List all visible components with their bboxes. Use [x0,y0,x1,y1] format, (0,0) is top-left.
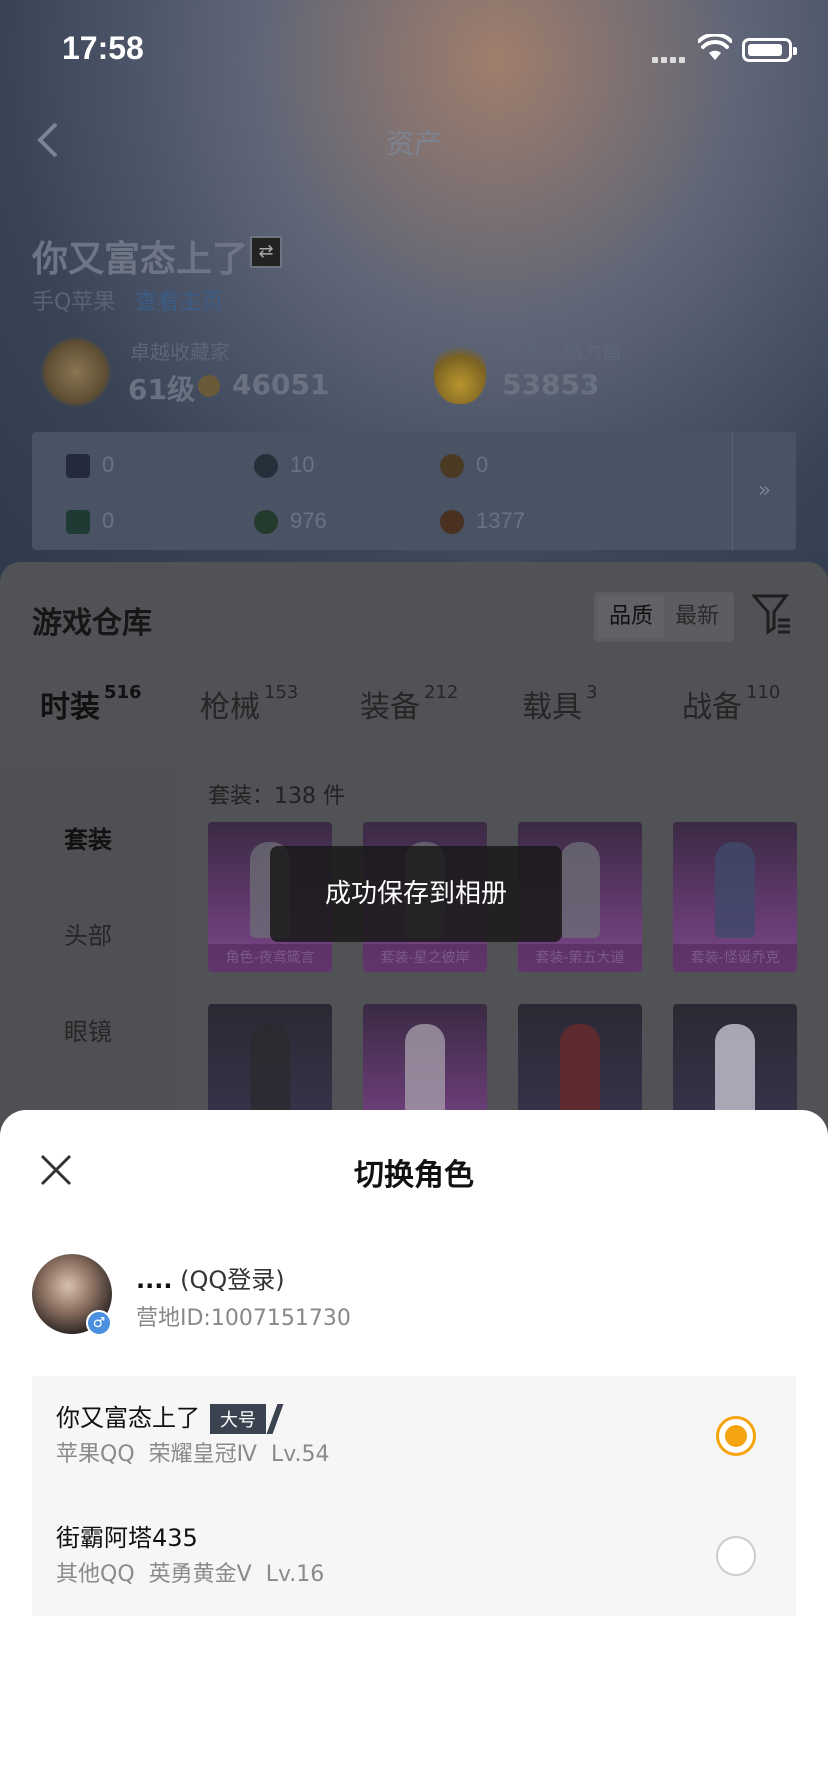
resource-item: 0 [66,452,114,479]
card-icon [66,454,90,479]
resource-item: 10 [254,452,314,479]
coin-stat: 46051 [198,368,329,401]
heat-stat: 历史总热力值 53853 ? [430,336,810,406]
role-item[interactable]: 街霸阿塔435 其他QQ 英勇黄金Ⅴ Lv.16 [32,1496,796,1616]
resource-item: 0 [66,508,114,535]
cellular-signal-icon [652,48,688,63]
tab-equipment[interactable]: 装备 212 [360,682,458,726]
collector-level: 61级 [128,373,195,406]
player-name: 你又富态上了 [32,239,249,280]
nav-bar: 资产 [0,100,828,180]
sort-quality-button[interactable]: 品质 [598,596,664,638]
category-glasses[interactable]: 眼镜 [0,1012,176,1047]
resource-item: 0 [440,452,488,479]
sheet-title: 切换角色 [354,1158,474,1193]
tab-battle-gear[interactable]: 战备 110 [682,682,780,726]
collector-label: 卓越收藏家 [130,340,230,364]
collector-stat: 卓越收藏家 61级 46051 [32,336,392,408]
item-count-label: 套装：138 件 [208,784,345,809]
role-radio-unselected[interactable] [716,1536,756,1576]
role-name: 你又富态上了 大号 [56,1398,266,1434]
coin-value: 46051 [232,368,330,401]
sort-newest-button[interactable]: 最新 [664,592,730,642]
view-homepage-link[interactable]: 查看主页 [135,290,223,315]
switch-role-sheet: 切换角色 ♂ .... (QQ登录) 营地ID:1007151730 你又富态上… [0,1110,828,1792]
male-gender-icon: ♂ [86,1310,112,1336]
flame-icon [434,340,486,404]
account-id: 营地ID:1007151730 [136,1306,351,1331]
tab-vehicles[interactable]: 载具 3 [522,682,597,726]
account-name: .... (QQ登录) [136,1266,285,1294]
role-item[interactable]: 你又富态上了 大号 苹果QQ 荣耀皇冠Ⅳ Lv.54 [32,1376,796,1496]
tab-fashion[interactable]: 时装 516 [40,682,142,726]
token-icon [440,454,464,479]
collector-medal-icon [40,336,112,408]
bronze-coin-icon [440,510,464,535]
account-info: ♂ .... (QQ登录) 营地ID:1007151730 [32,1254,796,1338]
heat-help-icon[interactable]: ? [582,374,593,398]
coin-icon [198,375,220,397]
resource-panel: 0 10 0 0 976 1377 » [32,432,796,550]
page-title: 资产 [385,127,442,160]
warehouse-title: 游戏仓库 [32,606,152,641]
player-platform: 手Q苹果 查看主页 [32,284,223,316]
category-head[interactable]: 头部 [0,916,176,951]
platform-label: 手Q苹果 [32,290,116,315]
main-account-badge: 大号 [210,1404,266,1434]
status-time: 17:58 [62,30,144,66]
role-detail: 苹果QQ 荣耀皇冠Ⅳ Lv.54 [56,1442,330,1467]
wifi-icon [698,34,732,60]
orb-icon [254,510,278,535]
item-tile[interactable]: 套装-怪诞乔克 [673,822,797,972]
role-name: 街霸阿塔435 [56,1524,198,1552]
battery-icon [742,38,797,62]
warehouse-tabs: 时装 516 枪械 153 装备 212 载具 3 战备 110 [0,682,828,776]
swap-icon[interactable]: ⇄ [250,236,282,268]
resources-more-button[interactable]: » [732,432,796,550]
toast-message: 成功保存到相册 [270,846,562,942]
resource-item: 976 [254,508,327,535]
sort-toggle: 品质 最新 [594,592,734,642]
shard-icon [66,510,90,535]
status-bar: 17:58 [0,0,828,100]
category-suit[interactable]: 套装 [0,820,176,855]
resource-item: 1377 [440,508,525,535]
filter-icon[interactable] [752,592,792,636]
role-detail: 其他QQ 英勇黄金Ⅴ Lv.16 [56,1562,325,1587]
role-radio-selected[interactable] [716,1416,756,1456]
role-list: 你又富态上了 大号 苹果QQ 荣耀皇冠Ⅳ Lv.54 街霸阿塔435 其他QQ 英… [32,1376,796,1616]
tab-guns[interactable]: 枪械 153 [200,682,298,726]
heat-label: 历史总热力值 [502,340,622,364]
coin-icon [254,454,278,479]
